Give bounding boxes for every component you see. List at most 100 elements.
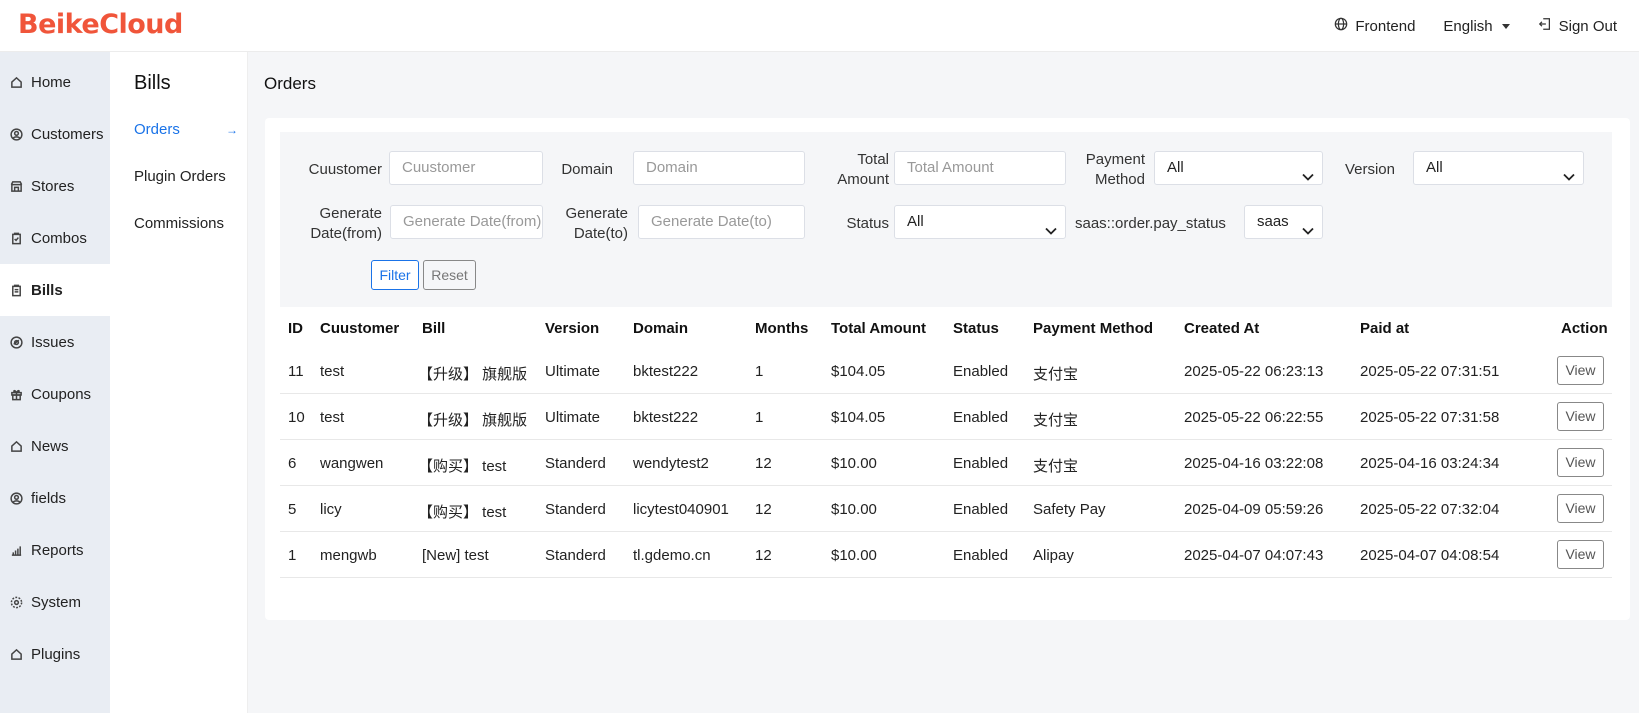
cell-payment-method: Safety Pay xyxy=(1033,501,1106,518)
cell-id: 11 xyxy=(288,363,304,380)
cell-paid-at: 2025-05-22 07:31:51 xyxy=(1360,363,1500,380)
cell-id: 6 xyxy=(288,455,297,472)
reset-button[interactable]: Reset xyxy=(423,260,476,290)
view-button[interactable]: View xyxy=(1557,540,1604,569)
sidebar-item-label: fields xyxy=(31,489,67,507)
col-version-header: Version xyxy=(545,320,600,337)
frontend-link[interactable]: Frontend xyxy=(1334,17,1415,35)
filter-button[interactable]: Filter xyxy=(371,260,419,290)
user-circle-icon xyxy=(10,127,23,141)
sidebar-item-reports[interactable]: Reports xyxy=(0,524,110,576)
sidebar-item-combos[interactable]: Combos xyxy=(0,212,110,264)
sidebar-item-system[interactable]: System xyxy=(0,576,110,628)
sidebar-item-issues[interactable]: Issues xyxy=(0,316,110,368)
sidebar-item-label: Issues xyxy=(31,333,75,351)
cell-status: Enabled xyxy=(953,363,1009,380)
cell-paid-at: 2025-05-22 07:32:04 xyxy=(1360,501,1500,518)
sign-out-label: Sign Out xyxy=(1558,17,1617,35)
orders-card: Cuustomer Cuustomer Domain Domain Total … xyxy=(265,118,1630,620)
sidebar-item-plugins[interactable]: Plugins xyxy=(0,628,110,680)
frontend-label: Frontend xyxy=(1355,17,1416,35)
cell-version: Standerd xyxy=(545,547,606,564)
sign-out-button[interactable]: Sign Out xyxy=(1538,17,1617,35)
generate-date-from-input[interactable]: Generate Date(from) xyxy=(390,205,543,239)
home-icon xyxy=(10,648,23,661)
sidebar-item-customers[interactable]: Customers xyxy=(0,108,110,160)
cell-payment-method: 支付宝 xyxy=(1033,412,1079,429)
store-icon xyxy=(10,180,23,193)
cell-total-amount: $10.00 xyxy=(831,501,877,518)
sidebar-item-label: Customers xyxy=(31,125,104,143)
chevron-down-icon xyxy=(1302,162,1314,181)
status-select[interactable]: All xyxy=(894,205,1066,239)
subnav-item-plugin-orders[interactable]: Plugin Orders xyxy=(134,168,238,185)
cell-status: Enabled xyxy=(953,501,1009,518)
sidebar-item-label: Reports xyxy=(31,541,84,559)
table-row: 1 mengwb [New] test Standerd tl.gdemo.cn… xyxy=(280,532,1612,578)
sidebar-item-fields[interactable]: fields xyxy=(0,472,110,524)
pay-status-filter-label: saas::order.pay_status xyxy=(1075,215,1226,232)
sidebar-item-stores[interactable]: Stores xyxy=(0,160,110,212)
cell-bill: 【升级】 旗舰版 xyxy=(418,412,528,429)
view-button[interactable]: View xyxy=(1557,356,1604,385)
cell-status: Enabled xyxy=(953,409,1009,426)
subnav-item-commissions[interactable]: Commissions xyxy=(134,215,238,232)
caret-down-icon xyxy=(1501,23,1510,29)
select-value: All xyxy=(907,213,924,230)
cell-version: Standerd xyxy=(545,501,606,518)
chevron-down-icon xyxy=(1563,162,1575,181)
cell-version: Ultimate xyxy=(545,363,601,380)
bills-subnav: Bills Orders → Plugin Orders Commissions xyxy=(110,52,248,713)
view-button[interactable]: View xyxy=(1557,494,1604,523)
sidebar-item-label: Combos xyxy=(31,229,87,247)
home-icon xyxy=(10,440,23,453)
customer-filter-label: Cuustomer xyxy=(308,161,382,178)
generate-date-to-input[interactable]: Generate Date(to) xyxy=(638,205,805,239)
col-payment-method-header: Payment Method xyxy=(1033,320,1154,337)
cell-version: Standerd xyxy=(545,455,606,472)
brand-logo[interactable]: BeikeCloud xyxy=(18,9,183,40)
sidebar-item-coupons[interactable]: Coupons xyxy=(0,368,110,420)
pay-status-select[interactable]: saas xyxy=(1244,205,1323,239)
clipboard-icon xyxy=(10,232,23,245)
cell-customer: wangwen xyxy=(320,455,384,472)
view-button[interactable]: View xyxy=(1557,448,1604,477)
label-line: Total xyxy=(857,151,889,168)
cell-domain: bktest222 xyxy=(633,409,699,426)
select-value: All xyxy=(1167,159,1184,176)
bar-chart-icon xyxy=(10,544,23,557)
customer-filter-input[interactable]: Cuustomer xyxy=(389,151,543,185)
view-button[interactable]: View xyxy=(1557,402,1604,431)
gift-icon xyxy=(10,388,23,401)
table-row: 5 licy 【购买】 test Standerd licytest040901… xyxy=(280,486,1612,532)
subnav-item-orders[interactable]: Orders → xyxy=(134,121,238,138)
version-select[interactable]: All xyxy=(1413,151,1584,185)
domain-filter-label: Domain xyxy=(561,161,613,178)
total-amount-filter-label: Total Amount xyxy=(810,150,889,190)
cell-payment-method: 支付宝 xyxy=(1033,366,1079,383)
cell-id: 10 xyxy=(288,409,305,426)
sidebar-item-home[interactable]: Home xyxy=(0,56,110,108)
cell-customer: mengwb xyxy=(320,547,377,564)
select-value: saas xyxy=(1257,213,1289,230)
issue-icon xyxy=(10,335,23,349)
sidebar-item-label: Home xyxy=(31,73,72,91)
sidebar-item-label: Plugins xyxy=(31,645,81,663)
globe-icon xyxy=(1334,17,1348,35)
cell-created-at: 2025-05-22 06:23:13 xyxy=(1184,363,1324,380)
cell-status: Enabled xyxy=(953,547,1009,564)
domain-filter-input[interactable]: Domain xyxy=(633,151,805,185)
sidebar-item-label: News xyxy=(31,437,69,455)
cell-bill: [New] test xyxy=(422,547,489,564)
sidebar-item-news[interactable]: News xyxy=(0,420,110,472)
payment-method-select[interactable]: All xyxy=(1154,151,1323,185)
label-line: Generate xyxy=(319,205,382,222)
total-amount-filter-input[interactable]: Total Amount xyxy=(894,151,1066,185)
cell-paid-at: 2025-05-22 07:31:58 xyxy=(1360,409,1500,426)
cell-created-at: 2025-04-07 04:07:43 xyxy=(1184,547,1324,564)
language-dropdown[interactable]: English xyxy=(1443,18,1510,35)
main-sidebar: Home Customers Stores Combos Bills Issue… xyxy=(0,52,110,713)
chevron-down-icon xyxy=(1045,216,1057,235)
sidebar-item-bills[interactable]: Bills xyxy=(0,264,110,316)
chevron-down-icon xyxy=(1302,216,1314,235)
